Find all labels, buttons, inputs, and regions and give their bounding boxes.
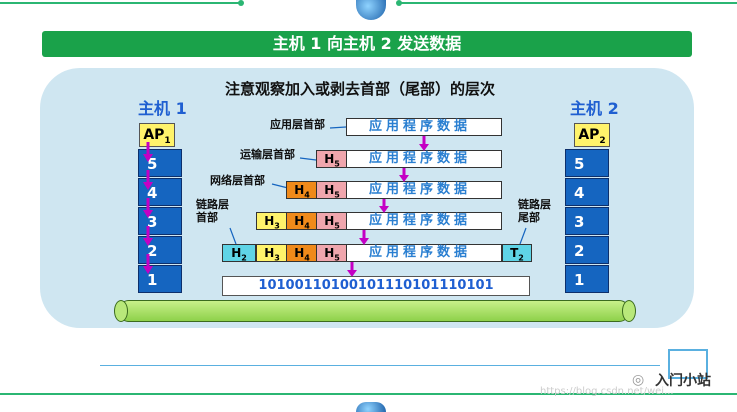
bottom-globe-icon	[356, 402, 386, 412]
watermark-url: https://blog.csdn.net/wei...	[540, 386, 674, 397]
wechat-icon: ◎	[632, 372, 645, 388]
cable-end-right	[622, 300, 636, 322]
cable-end-left	[114, 300, 128, 322]
bitstream: 10100110100101110101110101	[222, 276, 530, 296]
network-cable	[118, 300, 630, 322]
bottom-rule	[100, 365, 660, 366]
watermark-brand: 入门小站	[655, 373, 711, 389]
encapsulation-arrows	[347, 136, 429, 277]
